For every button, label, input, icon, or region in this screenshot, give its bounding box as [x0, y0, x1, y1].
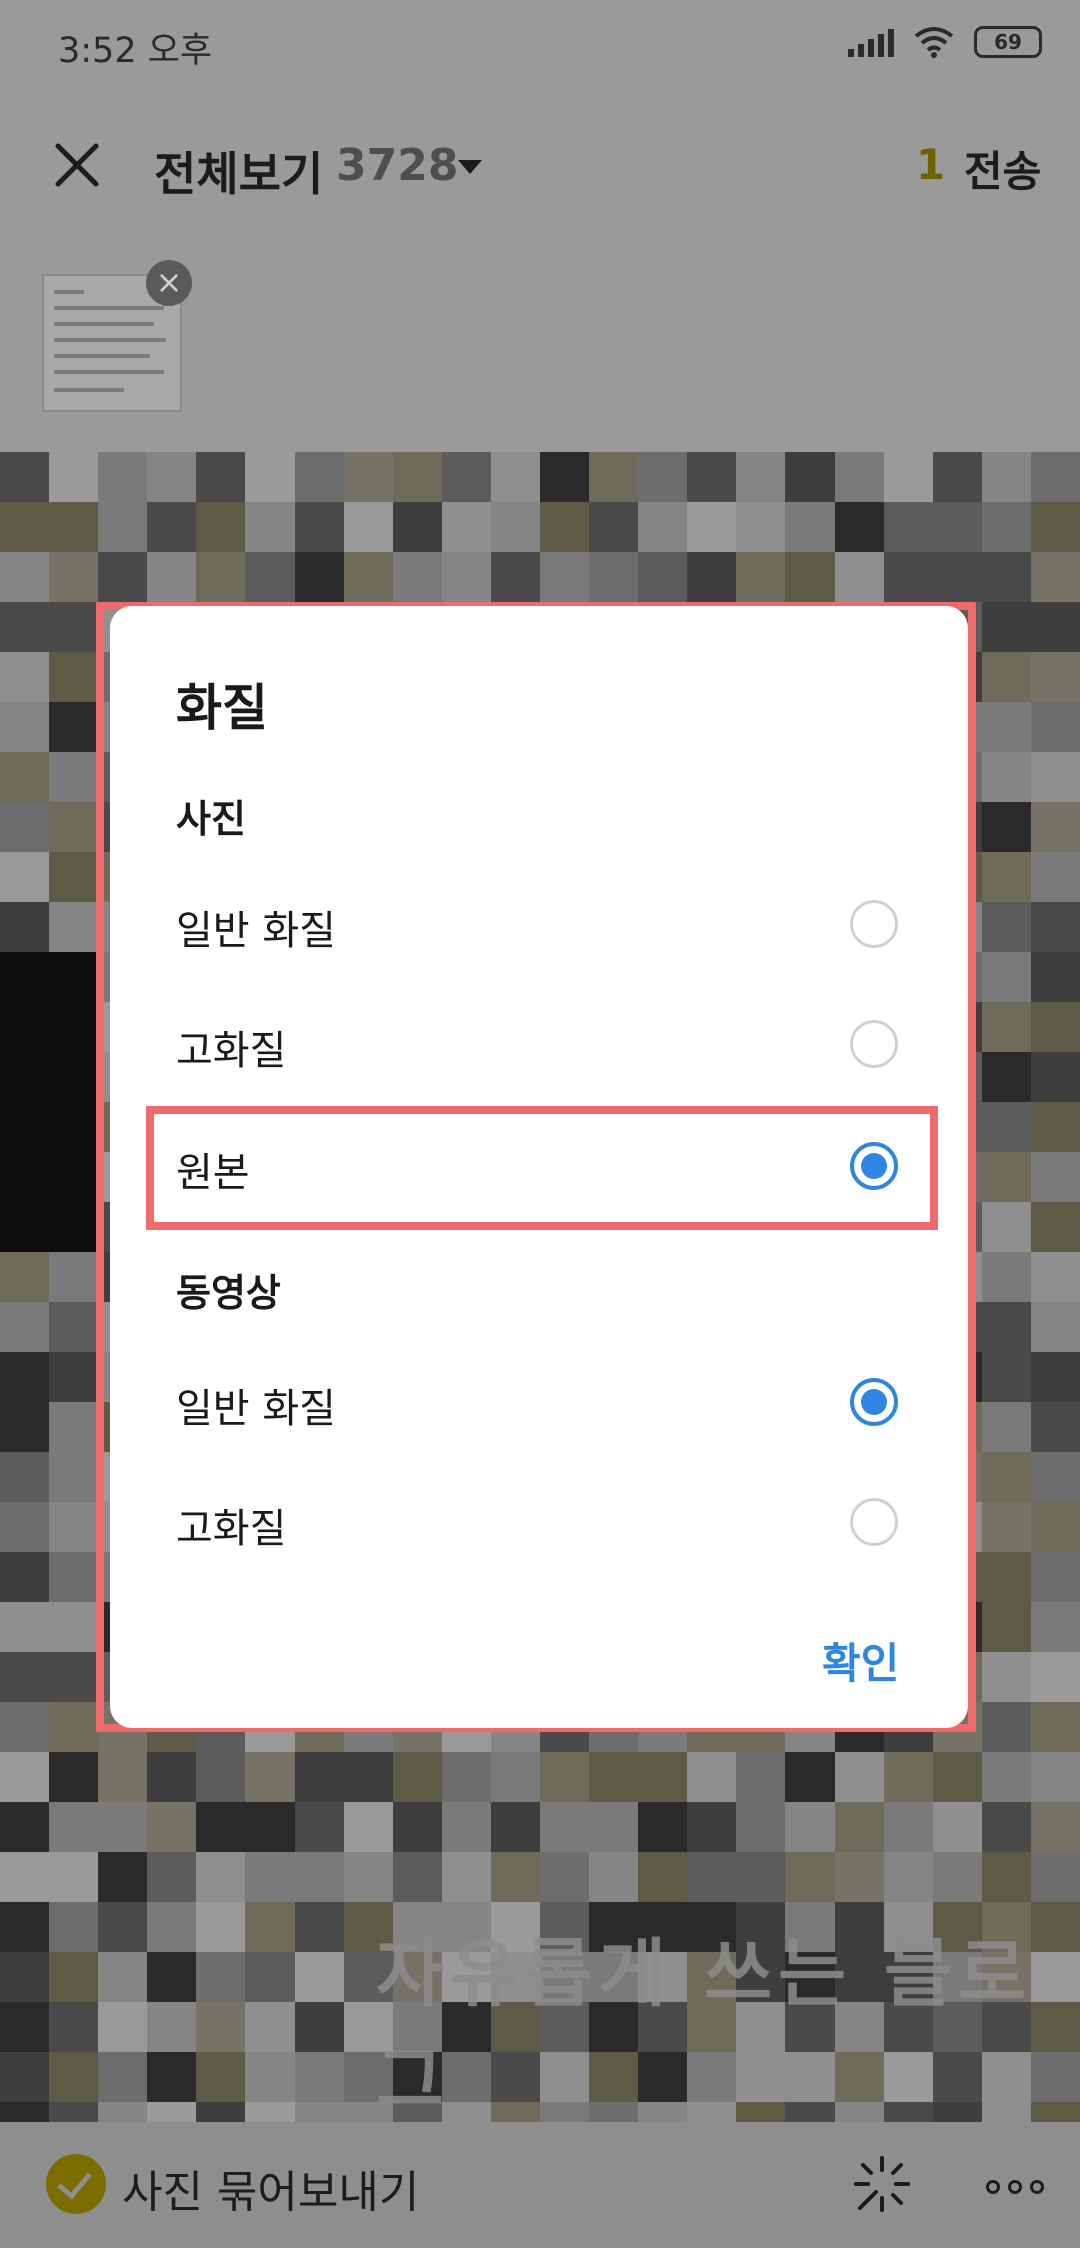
- video-option-high[interactable]: 고화질: [110, 1466, 968, 1576]
- option-label: 고화질: [176, 1028, 287, 1074]
- check-icon[interactable]: [46, 2154, 106, 2214]
- signal-icon: [848, 27, 894, 57]
- album-title[interactable]: 전체보기: [154, 138, 323, 204]
- chevron-down-icon[interactable]: [458, 160, 482, 174]
- bundle-send-label[interactable]: 사진 묶어보내기: [122, 2156, 419, 2220]
- original-option-highlight: [146, 1106, 938, 1230]
- app-header: 전체보기 3728 1 전송: [0, 90, 1080, 240]
- status-icons: 69: [848, 26, 1042, 58]
- radio-button[interactable]: [850, 1020, 898, 1068]
- selected-strip: ×: [0, 240, 1080, 452]
- battery-icon: 69: [974, 26, 1042, 58]
- video-section-label: 동영상: [176, 1271, 281, 1315]
- radio-button[interactable]: [850, 1498, 898, 1546]
- album-count[interactable]: 3728: [336, 140, 458, 191]
- close-icon[interactable]: [52, 140, 102, 190]
- dialog-title: 화질: [176, 679, 268, 737]
- blog-watermark: 자유롭게 쓰는 블로그: [376, 1931, 1033, 2122]
- remove-thumbnail-button[interactable]: ×: [146, 260, 192, 306]
- photo-option-normal[interactable]: 일반 화질: [110, 868, 968, 978]
- photo-section-label: 사진: [176, 797, 246, 841]
- radio-button[interactable]: [850, 900, 898, 948]
- status-bar: 3:52 오후 69: [0, 0, 1080, 90]
- radio-button-selected[interactable]: [850, 1378, 898, 1426]
- video-option-normal[interactable]: 일반 화질: [110, 1346, 968, 1456]
- photo-option-high[interactable]: 고화질: [110, 988, 968, 1098]
- option-label: 일반 화질: [176, 908, 336, 954]
- more-options-icon[interactable]: [986, 2180, 1044, 2194]
- option-label: 일반 화질: [176, 1386, 336, 1432]
- status-time: 3:52 오후: [58, 31, 213, 71]
- send-button[interactable]: 전송: [964, 138, 1041, 199]
- selected-count: 1: [916, 140, 946, 189]
- magic-wand-icon[interactable]: [852, 2154, 912, 2214]
- option-label: 고화질: [176, 1506, 287, 1552]
- wifi-icon: [914, 27, 954, 58]
- confirm-button[interactable]: 확인: [822, 1630, 899, 1691]
- bottom-bar: 사진 묶어보내기: [0, 2122, 1080, 2248]
